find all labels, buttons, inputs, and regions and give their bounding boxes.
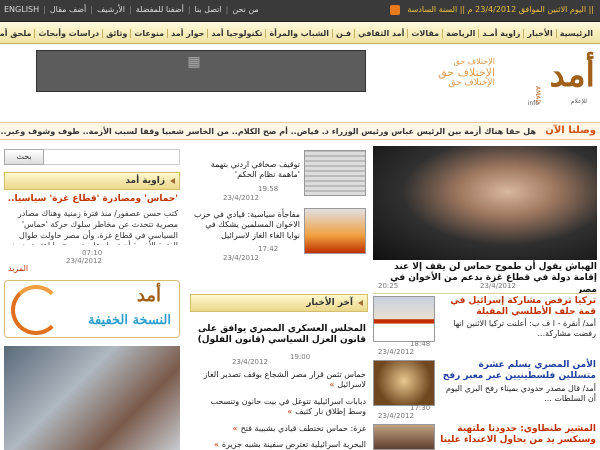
center-item-title[interactable]: توقيف صحافي اردني بتهمة 'ماهمة نظام الحك… <box>190 160 300 181</box>
more-link[interactable]: المزيد <box>8 264 28 273</box>
nav-news[interactable]: الأخبار <box>523 28 555 38</box>
nav-articles[interactable]: مقالات <box>407 28 442 38</box>
nav-interview[interactable]: حوار أمد <box>167 28 207 38</box>
right-item-title[interactable]: الأمن المصري يسلم عشرة متسللين فلسطينيين… <box>440 360 596 382</box>
nav-misc[interactable]: منوعات <box>130 28 167 38</box>
main-story-time: 20:25 <box>378 282 399 290</box>
latest-news-header: آخر الأخبار <box>190 294 368 312</box>
list-item[interactable]: حماس تثمن قرار مصر الشجاع بوقف تصدير الغ… <box>194 370 366 391</box>
logo-info: info <box>527 100 539 107</box>
gauge-icon <box>11 285 61 335</box>
main-story-photo[interactable] <box>373 146 597 260</box>
link-about[interactable]: من نحن <box>232 5 258 14</box>
nav-supplement[interactable]: ملحق أمد <box>0 29 34 38</box>
main-story-title[interactable]: الهباش يقول أن طموح حماس لن يقف إلا عند … <box>373 262 597 296</box>
nav-studies[interactable]: دراسات وأبحاث <box>34 28 102 38</box>
latest-news-list: حماس تثمن قرار مصر الشجاع بوقف تصدير الغ… <box>194 370 366 450</box>
right-item-title[interactable]: تركيا ترفض مشاركة إسرائيل في قمة حلف الأ… <box>440 296 596 318</box>
search-button[interactable]: بحث <box>4 149 44 165</box>
latest-lead-date: 23/4/2012 <box>232 358 268 366</box>
link-favorite[interactable]: أضفنا للمفضلة <box>136 5 184 14</box>
zawiya-body: كتب حسن عصفور/ منذ فترة زمنية وهناك مصاد… <box>7 209 178 245</box>
nav-art[interactable]: فـن <box>331 28 354 38</box>
right-item-body: أمد/ قال مصدر حدودي بميناء رفح البري الي… <box>445 384 596 404</box>
latest-lead-time: 19:00 <box>290 353 311 361</box>
top-links: من نحن | اتصل بنا | أضفنا للمفضلة | الأرشيف… <box>4 5 259 14</box>
nav-documents[interactable]: وثائق <box>102 28 130 38</box>
news-photo[interactable] <box>4 346 180 450</box>
slogan: الإختلاف حق الإختلاف حق الإختلاف حق <box>375 57 495 89</box>
list-item[interactable]: دبابات اسرائيلية تتوغل في بيت حانون وتنس… <box>194 397 366 418</box>
flags-thumbnail[interactable] <box>373 296 435 342</box>
lite-version-banner[interactable]: أمد النسخة الخفيفة <box>4 280 180 338</box>
newspaper-thumbnail[interactable] <box>304 150 366 196</box>
right-item-title[interactable]: المشير طنطاوي: حدودنا ملتهبة وسنكسر يد م… <box>440 424 596 446</box>
link-contact[interactable]: اتصل بنا <box>195 5 222 14</box>
nav-home[interactable]: الرئيسية <box>555 28 596 38</box>
zawiya-header: زاوية أمد <box>4 172 180 190</box>
zawiya-date: 23/4/2012 <box>66 257 102 265</box>
plugin-icon: ▦ <box>187 54 201 70</box>
link-english[interactable]: ENGLISH <box>4 5 39 14</box>
lite-logo: أمد <box>136 285 161 306</box>
logo-tagline: للإعلام <box>570 98 587 105</box>
nav-culture[interactable]: أمد الثقافي <box>354 28 407 38</box>
main-story-date: 23/4/2012 <box>480 282 516 290</box>
ad-banner[interactable]: ▦ <box>36 50 366 92</box>
center-item-title[interactable]: مفاجأة سياسية: قيادي في حزب الاخوان المس… <box>190 210 300 241</box>
tunnel-thumbnail[interactable] <box>373 360 435 406</box>
main-nav: الرئيسية الأخبار زاوية أمـد الرياضة مقال… <box>0 22 600 44</box>
top-bar: اليوم الاثنين الموافق 23/4/2012 م || الس… <box>0 0 600 22</box>
link-archive[interactable]: الأرشيف <box>97 5 125 14</box>
person-thumbnail[interactable] <box>373 424 435 450</box>
zawiya-title[interactable]: 'حماس' ومصادرة 'قطاع غزة' سياسيا.. <box>6 194 178 204</box>
ticker-label: وصلنا الآن <box>545 125 596 136</box>
lite-version-label: النسخة الخفيفة <box>88 313 171 328</box>
link-add-article[interactable]: أضف مقال <box>50 5 86 14</box>
slogan-line: الإختلاف حق <box>448 77 495 88</box>
rss-icon[interactable] <box>390 5 400 15</box>
center-item-date: 23/4/2012 <box>223 254 259 262</box>
ticker-text[interactable]: هل حقا هناك أزمة بين الرئيس عباس ورئيس ا… <box>0 127 536 136</box>
right-item-time: 18:48 <box>410 340 431 348</box>
nav-technology[interactable]: تكنولوجيا أمد <box>207 28 265 38</box>
current-date: اليوم الاثنين الموافق 23/4/2012 م || الس… <box>407 5 594 14</box>
site-logo[interactable]: أمد AMAD للإعلام info <box>495 58 595 108</box>
center-item-time: 19:58 <box>258 185 279 193</box>
latest-lead-title[interactable]: المجلس العسكري المصري يوافق على قانون ال… <box>194 324 366 346</box>
right-item-body: أمد/ أنقرة - ا ف ب: أعلنت تركيا الاثنين … <box>453 319 596 339</box>
right-item-time: 17:30 <box>410 404 431 412</box>
list-item[interactable]: البحرية اسرائيلية تعترض سفينة بشبه جزيرة <box>194 440 366 450</box>
news-ticker: وصلنا الآن هل حقا هناك أزمة بين الرئيس ع… <box>0 122 600 140</box>
nav-youth-women[interactable]: الشباب والمرأة <box>265 28 332 38</box>
nav-amad-corner[interactable]: زاوية أمـد <box>478 28 523 38</box>
divider <box>373 293 597 294</box>
right-item-date: 23/4/2012 <box>378 412 414 420</box>
list-item[interactable]: غزة: حماس تختطف قيادي بشبيبة فتح <box>194 424 366 434</box>
zawiya-time: 07:10 <box>82 249 103 257</box>
logo-text: أمد <box>549 55 595 95</box>
flag-thumbnail[interactable] <box>304 208 366 254</box>
nav-sports[interactable]: الرياضة <box>442 28 478 38</box>
center-item-date: 23/4/2012 <box>223 194 259 202</box>
right-item-date: 23/4/2012 <box>378 348 414 356</box>
center-item-time: 17:42 <box>258 245 279 253</box>
